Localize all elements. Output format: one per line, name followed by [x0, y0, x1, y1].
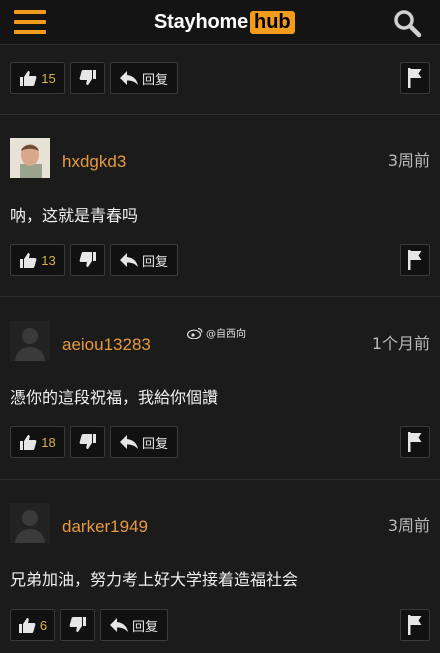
dislike-button[interactable] [60, 609, 95, 641]
site-logo[interactable]: Stayhome hub [154, 9, 295, 35]
action-row: 15 回复 [10, 62, 183, 94]
divider [0, 479, 440, 480]
reply-arrow-icon [109, 618, 128, 632]
thumbs-up-icon [20, 435, 37, 450]
timestamp: 3周前 [387, 151, 430, 170]
watermark-text: @自西向 [206, 329, 246, 340]
timestamp: 3周前 [387, 516, 430, 535]
action-row: 6 回复 [10, 609, 173, 641]
comment-text: 呐，这就是青春吗 [10, 206, 139, 225]
comment-text: 兄弟加油，努力考上好大学接着造福社会 [10, 570, 299, 589]
logo-hub-badge: hub [250, 10, 295, 34]
thumbs-down-icon [79, 252, 96, 267]
menu-icon[interactable] [14, 10, 46, 34]
timestamp: 1个月前 [371, 334, 430, 353]
reply-label: 回复 [141, 72, 168, 88]
thumbs-down-icon [79, 70, 96, 85]
reply-button[interactable]: 回复 [110, 62, 178, 94]
dislike-button[interactable] [70, 244, 105, 276]
divider [0, 296, 440, 297]
flag-icon [408, 432, 422, 452]
dislike-button[interactable] [70, 62, 105, 94]
flag-button[interactable] [400, 62, 430, 94]
thumbs-down-icon [69, 617, 86, 632]
reply-label: 回复 [141, 436, 168, 452]
action-row: 13 回复 [10, 244, 183, 276]
watermark: @自西向 [187, 325, 246, 340]
username[interactable]: hxdgkd3 [62, 152, 126, 172]
divider [0, 114, 440, 115]
flag-icon [408, 250, 422, 270]
like-count: 18 [41, 434, 56, 450]
reply-button[interactable]: 回复 [110, 426, 178, 458]
reply-arrow-icon [119, 71, 138, 85]
avatar[interactable] [10, 321, 50, 361]
flag-icon [408, 615, 422, 635]
reply-button[interactable]: 回复 [100, 609, 168, 641]
thumbs-up-icon [18, 618, 36, 633]
username[interactable]: aeiou13283 [62, 335, 151, 355]
flag-icon [408, 68, 422, 88]
avatar[interactable] [10, 138, 50, 178]
like-button[interactable]: 15 [10, 62, 65, 94]
avatar[interactable] [10, 503, 50, 543]
flag-button[interactable] [400, 244, 430, 276]
weibo-icon [187, 327, 203, 339]
like-button[interactable]: 18 [10, 426, 65, 458]
thumbs-down-icon [79, 434, 96, 449]
like-count: 6 [39, 617, 48, 633]
top-bar: Stayhome hub [0, 0, 440, 45]
thumbs-up-icon [20, 253, 37, 268]
reply-label: 回复 [131, 619, 158, 635]
comment-text: 憑你的這段祝福，我給你個讚 [10, 388, 219, 407]
thumbs-up-icon [20, 71, 37, 86]
reply-label: 回复 [141, 254, 168, 270]
reply-arrow-icon [119, 253, 138, 267]
flag-button[interactable] [400, 609, 430, 641]
search-icon[interactable] [392, 8, 422, 38]
like-count: 13 [41, 252, 56, 268]
action-row: 18 回复 [10, 426, 183, 458]
like-button[interactable]: 13 [10, 244, 65, 276]
dislike-button[interactable] [70, 426, 105, 458]
like-count: 15 [41, 70, 56, 86]
flag-button[interactable] [400, 426, 430, 458]
like-button[interactable]: 6 [10, 609, 55, 641]
reply-button[interactable]: 回复 [110, 244, 178, 276]
logo-text: Stayhome [154, 10, 248, 33]
username[interactable]: darker1949 [62, 517, 148, 537]
reply-arrow-icon [119, 435, 138, 449]
